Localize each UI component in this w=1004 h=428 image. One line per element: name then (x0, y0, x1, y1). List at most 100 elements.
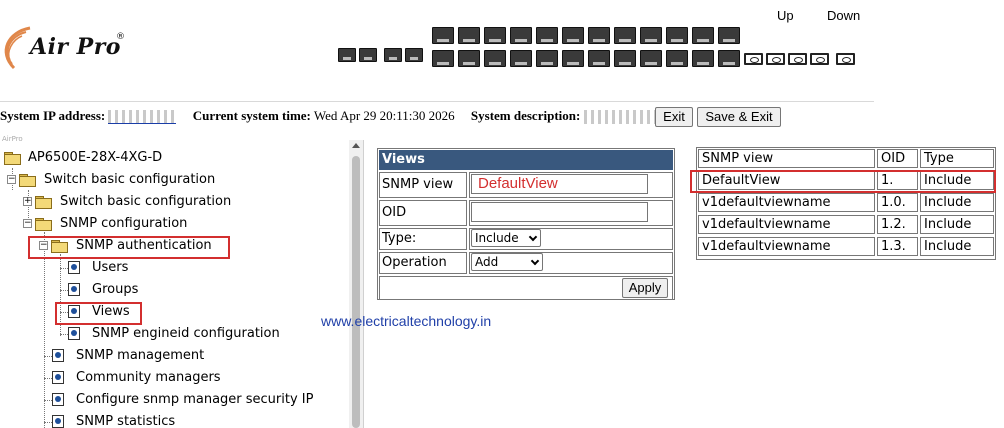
sfp-port-icon[interactable] (788, 53, 807, 65)
port-icon[interactable] (588, 50, 610, 67)
frame-divider (363, 140, 364, 428)
port-icon[interactable] (640, 50, 662, 67)
port-icon[interactable] (692, 27, 714, 44)
port-icon[interactable] (384, 48, 402, 62)
expand-icon[interactable]: + (23, 197, 32, 206)
air-pro-logo: Air Pro ® (0, 22, 140, 74)
port-icon[interactable] (338, 48, 356, 62)
table-cell-type: Include (920, 237, 994, 256)
tree-item-label: SNMP management (76, 348, 205, 363)
tree-item-label: SNMP engineid configuration (92, 326, 280, 341)
page-icon (68, 327, 80, 340)
tree-item-label: Groups (92, 282, 139, 297)
tree-item-label: Configure snmp manager security IP (76, 392, 314, 407)
folder-open-icon (19, 174, 36, 187)
tree-item-label: Users (92, 260, 129, 275)
port-icon[interactable] (458, 50, 480, 67)
port-icon[interactable] (666, 27, 688, 44)
table-cell-view: v1defaultviewname (698, 215, 875, 234)
chevron-down-icon (530, 256, 540, 266)
page-icon (52, 393, 64, 406)
port-icon[interactable] (562, 27, 584, 44)
table-cell-view: v1defaultviewname (698, 193, 875, 212)
port-icon[interactable] (484, 27, 506, 44)
port-icon[interactable] (614, 27, 636, 44)
tree-mini-logo: AirPro (2, 135, 23, 143)
table-header-oid: OID (877, 149, 918, 168)
port-icon[interactable] (359, 48, 377, 62)
operation-select[interactable]: Add (471, 253, 543, 271)
port-icon[interactable] (536, 27, 558, 44)
tree-item-label: Switch basic configuration (44, 172, 216, 187)
collapse-icon[interactable]: − (23, 219, 32, 228)
type-select[interactable]: Include (471, 229, 541, 247)
port-icon[interactable] (484, 50, 506, 67)
port-icon[interactable] (432, 50, 454, 67)
tree-item-label: AP6500E-28X-4XG-D (28, 150, 163, 165)
port-icon[interactable] (562, 50, 584, 67)
logo-text: Air Pro (30, 34, 121, 60)
sfp-port-icon[interactable] (766, 53, 785, 65)
highlight-box-snmp-authentication (28, 236, 230, 259)
port-icon[interactable] (588, 27, 610, 44)
highlight-box-defaultview-row (690, 170, 996, 193)
header-divider (0, 101, 874, 102)
oid-label: OID (379, 200, 467, 226)
legend-down-label: Down (827, 8, 861, 23)
folder-closed-icon (35, 196, 52, 209)
sfp-port-icon[interactable] (810, 53, 829, 65)
tree-connector (44, 232, 45, 428)
page-icon (68, 261, 80, 274)
tree-connector (44, 422, 52, 423)
port-icon[interactable] (666, 50, 688, 67)
port-icon[interactable] (405, 48, 423, 62)
sfp-port-icon[interactable] (744, 53, 763, 65)
tree-item-label: Switch basic configuration (60, 194, 232, 209)
tree-connector (44, 356, 52, 357)
chevron-down-icon (528, 232, 538, 242)
port-icon[interactable] (536, 50, 558, 67)
oid-input[interactable] (471, 202, 648, 222)
tree-item-label: SNMP statistics (76, 414, 176, 428)
port-icon[interactable] (614, 50, 636, 67)
page-icon (52, 349, 64, 362)
port-icon[interactable] (510, 50, 532, 67)
system-time-value: Wed Apr 29 20:11:30 2026 (313, 108, 455, 123)
tree-connector (60, 290, 68, 291)
snmp-view-input[interactable]: DefaultView (471, 174, 648, 194)
scrollbar-thumb[interactable] (352, 156, 360, 428)
tree-scrollbar[interactable] (349, 140, 363, 428)
scroll-up-arrow-icon[interactable] (352, 143, 360, 148)
operation-label: Operation (379, 252, 467, 274)
highlight-box-views (55, 302, 142, 325)
system-description-value-redacted (583, 110, 662, 125)
port-icon[interactable] (640, 27, 662, 44)
exit-button[interactable]: Exit (655, 107, 693, 127)
port-icon[interactable] (432, 27, 454, 44)
port-icon[interactable] (718, 27, 740, 44)
tree-connector (60, 334, 68, 335)
table-cell-view: v1defaultviewname (698, 237, 875, 256)
system-time-label: Current system time: (192, 108, 311, 123)
ip-address-value-redacted (108, 110, 177, 125)
tree-connector (44, 378, 52, 379)
port-icon[interactable] (692, 50, 714, 67)
type-select-value: Include (475, 231, 519, 245)
registered-mark: ® (116, 32, 125, 42)
views-form-title: Views (379, 150, 673, 170)
page-icon (52, 415, 64, 428)
port-icon[interactable] (718, 50, 740, 67)
folder-open-icon (4, 152, 21, 165)
website-watermark: www.electricaltechnology.in (321, 313, 492, 329)
apply-button[interactable]: Apply (622, 278, 668, 298)
views-form: Views SNMP view DefaultView OID Type: In… (377, 148, 675, 300)
page-icon (68, 283, 80, 296)
tree-connector (60, 268, 68, 269)
port-icon[interactable] (458, 27, 480, 44)
table-cell-oid: 1.0. (877, 193, 918, 212)
table-cell-type: Include (920, 215, 994, 234)
collapse-icon[interactable]: − (7, 175, 16, 184)
port-icon[interactable] (510, 27, 532, 44)
sfp-port-icon[interactable] (836, 53, 855, 65)
save-exit-button[interactable]: Save & Exit (697, 107, 781, 127)
